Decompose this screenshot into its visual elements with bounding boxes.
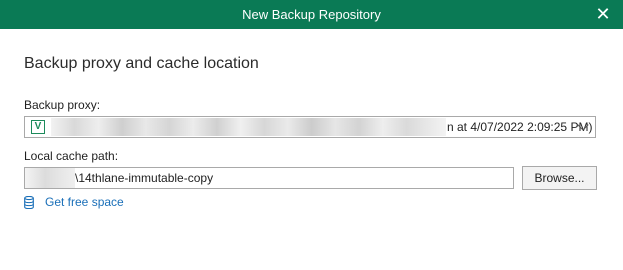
close-icon[interactable]: ✕ (593, 4, 613, 24)
browse-button[interactable]: Browse... (522, 166, 597, 190)
backup-proxy-label: Backup proxy: (24, 98, 101, 112)
window-title: New Backup Repository (242, 7, 381, 22)
get-free-space-label[interactable]: Get free space (45, 195, 124, 209)
new-backup-repository-dialog: New Backup Repository ✕ Backup proxy and… (0, 0, 623, 270)
server-icon: V (31, 120, 45, 134)
redacted-area (51, 118, 446, 136)
database-icon (24, 196, 34, 209)
local-cache-path-label: Local cache path: (24, 149, 119, 163)
section-heading: Backup proxy and cache location (24, 55, 259, 72)
backup-proxy-value: n at 4/07/2022 2:09:25 PM) (447, 120, 593, 134)
title-bar: New Backup Repository ✕ (0, 0, 623, 29)
local-cache-path-input[interactable]: \14thlane-immutable-copy (24, 167, 514, 189)
local-cache-path-value: \14thlane-immutable-copy (75, 171, 214, 185)
backup-proxy-dropdown[interactable]: V n at 4/07/2022 2:09:25 PM) (24, 116, 596, 138)
redacted-area (25, 168, 75, 188)
